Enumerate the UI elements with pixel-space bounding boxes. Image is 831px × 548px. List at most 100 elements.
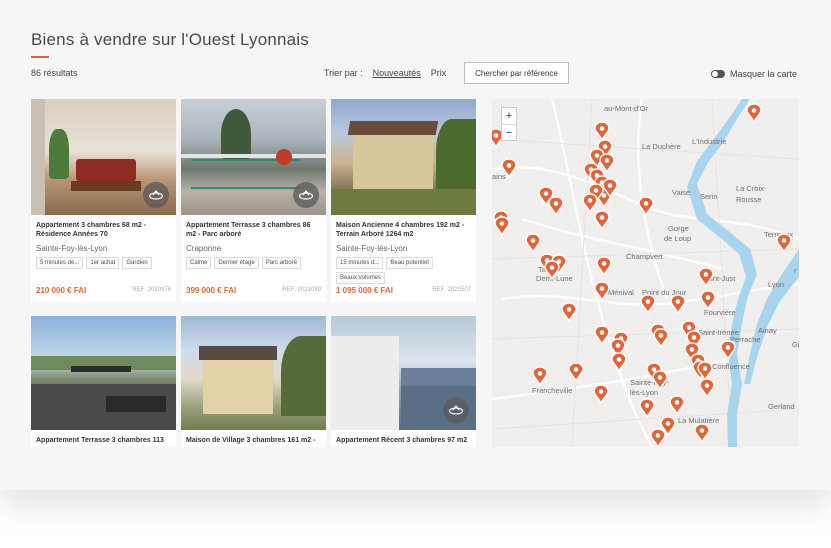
listing-title[interactable]: Maison de Village 3 chambres 161 m2 -: [186, 436, 321, 447]
listing-card[interactable]: Appartement Récent 3 chambres 97 m2: [331, 316, 476, 447]
map-place-label: Rousse: [736, 195, 761, 204]
zoom-in-button[interactable]: +: [502, 108, 516, 124]
map-place-label: La Duchère: [642, 142, 681, 151]
map-place-label: Lyon: [768, 280, 784, 289]
listing-card[interactable]: Maison Ancienne 4 chambres 192 m2 - Terr…: [331, 99, 476, 302]
map-marker[interactable]: [596, 256, 612, 277]
map-place-label: lès-Lyon: [630, 388, 658, 397]
listing-tags: 15 minutes d... Beau potentiel Beaux vol…: [336, 257, 471, 284]
app-frame: Biens à vendre sur l'Ouest Lyonnais 86 r…: [0, 0, 831, 490]
listing-title[interactable]: Appartement Terrasse 3 chambres 113: [36, 436, 171, 447]
map-marker[interactable]: [670, 294, 686, 315]
listing-grid: Appartement 3 chambres 68 m2 - Résidence…: [31, 99, 477, 447]
page-title: Biens à vendre sur l'Ouest Lyonnais: [31, 30, 309, 49]
listing-ref: REF: 2021089: [282, 287, 321, 293]
map-place-label: Champvert: [626, 252, 664, 261]
listing-photo[interactable]: [31, 99, 176, 215]
map-marker[interactable]: [594, 325, 610, 346]
listing-title[interactable]: Appartement Récent 3 chambres 97 m2: [336, 436, 471, 447]
search-by-reference-button[interactable]: Chercher par référence: [464, 62, 569, 84]
listing-price: 399 000 € FAI: [186, 286, 237, 295]
sort-bar: Trier par : Nouveautés Prix: [324, 68, 446, 78]
sort-label: Trier par :: [324, 68, 363, 78]
map-place-label: Gerland: [768, 402, 795, 411]
listing-card[interactable]: Appartement 3 chambres 68 m2 - Résidence…: [31, 99, 176, 302]
map-marker[interactable]: [746, 103, 762, 124]
map-marker[interactable]: [694, 423, 710, 444]
map-marker[interactable]: [494, 216, 510, 237]
listing-photo[interactable]: [181, 316, 326, 430]
view-360-icon[interactable]: [293, 182, 319, 208]
listing-price: 1 095 000 € FAI: [336, 286, 393, 295]
listing-tag: Dernier étage: [214, 257, 259, 269]
map-place-label: Francheville: [532, 386, 572, 395]
map-marker[interactable]: [698, 267, 714, 288]
sort-option-newest[interactable]: Nouveautés: [373, 68, 421, 78]
listing-photo[interactable]: [31, 316, 176, 430]
map-marker[interactable]: [582, 193, 598, 214]
listing-tag: 15 minutes d...: [336, 257, 384, 269]
map-marker[interactable]: [532, 366, 548, 387]
sort-option-price[interactable]: Prix: [431, 68, 447, 78]
listing-ref: REF: 2020507: [432, 287, 471, 293]
zoom-out-button[interactable]: −: [502, 124, 516, 140]
map-marker[interactable]: [653, 328, 669, 349]
map-marker[interactable]: [561, 302, 577, 323]
map-marker[interactable]: [548, 196, 564, 217]
map-place-label: La Mulatière: [678, 416, 719, 425]
listing-tag: Beaux volumes: [336, 272, 386, 284]
listing-title[interactable]: Maison Ancienne 4 chambres 192 m2 - Terr…: [336, 221, 471, 239]
map-marker[interactable]: [599, 153, 615, 174]
listing-photo[interactable]: [181, 99, 326, 215]
map-place-label: Ménival: [608, 288, 634, 297]
map-marker[interactable]: [593, 384, 609, 405]
listing-title[interactable]: Appartement 3 chambres 68 m2 - Résidence…: [36, 221, 171, 239]
map-place-label: au-Mont-d'Or: [604, 104, 648, 113]
map-marker[interactable]: [638, 196, 654, 217]
map-marker[interactable]: [594, 210, 610, 231]
listing-card[interactable]: Appartement Terrasse 3 chambres 86 m2 - …: [181, 99, 326, 302]
listing-card[interactable]: Appartement Terrasse 3 chambres 113: [31, 316, 176, 447]
listing-price: 210 000 € FAI: [36, 286, 87, 295]
map-marker[interactable]: [525, 233, 541, 254]
map-toggle[interactable]: Masquer la carte: [711, 69, 797, 79]
listing-city: Sainte-Foy-lès-Lyon: [336, 244, 408, 253]
map-place-label: de Loup: [664, 234, 691, 243]
listing-city: Sainte-Foy-lès-Lyon: [36, 244, 108, 253]
map-place-label: Fourvière: [704, 308, 736, 317]
map-marker[interactable]: [700, 290, 716, 311]
toggle-switch[interactable]: [711, 70, 725, 78]
map-place-label: Confluence: [712, 362, 750, 371]
listing-title[interactable]: Appartement Terrasse 3 chambres 86 m2 - …: [186, 221, 321, 239]
map-place-label: L'Industrie: [692, 137, 726, 146]
listing-card[interactable]: Maison de Village 3 chambres 161 m2 -: [181, 316, 326, 447]
view-360-icon[interactable]: [443, 397, 469, 423]
map-place-label: Serin: [700, 192, 718, 201]
map-place-label: Ainay: [758, 326, 777, 335]
map-place-label: ains: [492, 172, 506, 181]
map-place-label: Gi: [792, 340, 799, 349]
map-marker[interactable]: [650, 428, 666, 447]
map-marker[interactable]: [640, 294, 656, 315]
view-360-icon[interactable]: [143, 182, 169, 208]
property-map[interactable]: au-Mont-d'Or L'Industrie La Duchère Vaise Se…: [492, 99, 799, 447]
listing-tag: 5 minutes de...: [36, 257, 84, 269]
results-count: 86 résultats: [31, 68, 78, 78]
listing-city: Craponne: [186, 244, 222, 253]
map-marker[interactable]: [594, 121, 610, 142]
listing-photo[interactable]: [331, 316, 476, 430]
map-marker[interactable]: [639, 398, 655, 419]
map-marker[interactable]: [611, 352, 627, 373]
map-marker[interactable]: [669, 395, 685, 416]
map-canvas[interactable]: au-Mont-d'Or L'Industrie La Duchère Vaise Se…: [492, 99, 799, 447]
map-place-label: La Croix-: [736, 184, 767, 193]
listing-tag: Parc arboré: [261, 257, 302, 269]
listing-tag: Beau potentiel: [386, 257, 433, 269]
listing-ref: REF: 2020976: [132, 287, 171, 293]
listing-tag: Calme: [186, 257, 212, 269]
map-marker[interactable]: [699, 378, 715, 399]
listing-photo[interactable]: [331, 99, 476, 215]
map-zoom-controls: + −: [501, 107, 517, 141]
listing-tags: Calme Dernier étage Parc arboré: [186, 257, 321, 269]
map-marker[interactable]: [568, 362, 584, 383]
